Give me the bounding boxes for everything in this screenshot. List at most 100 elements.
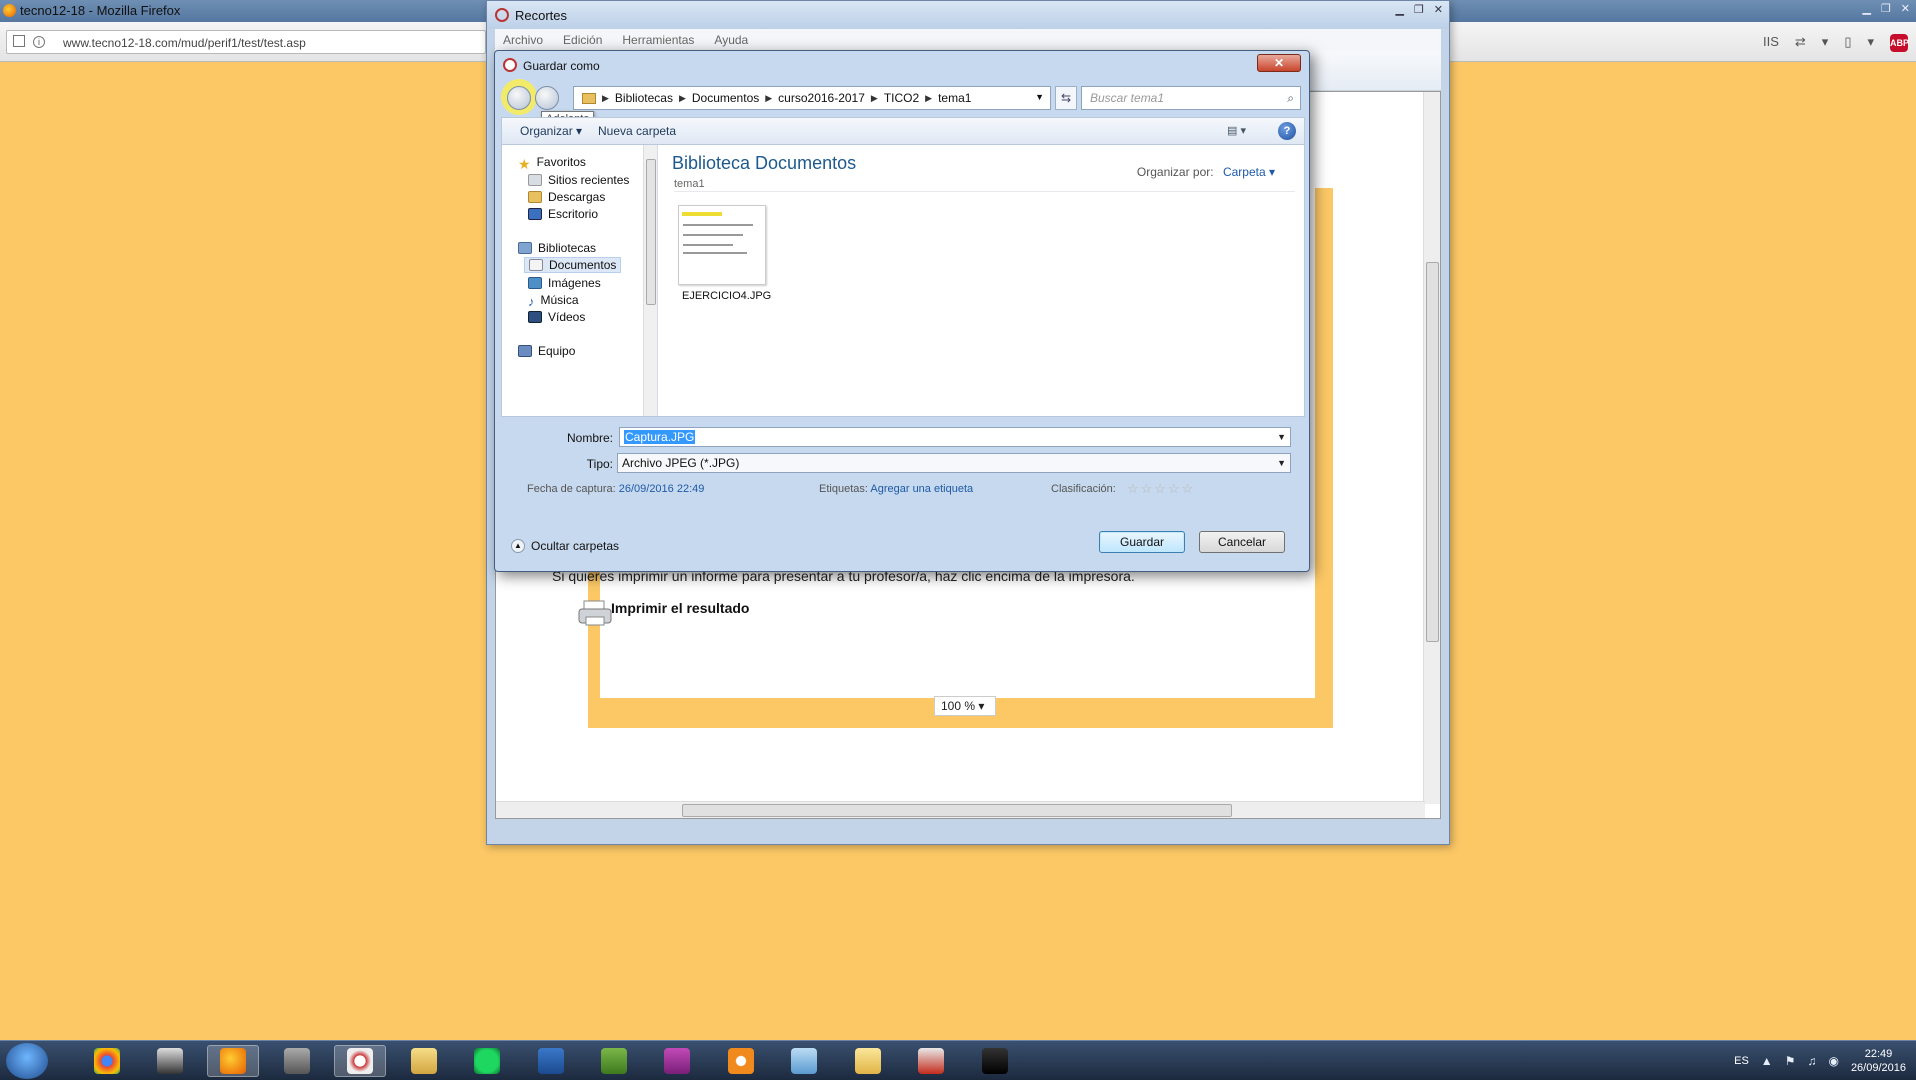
- adblock-icon[interactable]: ABP: [1890, 34, 1909, 52]
- language-indicator[interactable]: ES: [1734, 1055, 1749, 1067]
- breadcrumb[interactable]: ▶ Bibliotecas ▶ Documentos ▶ curso2016-2…: [573, 86, 1051, 110]
- maximize-icon[interactable]: ❐: [1881, 2, 1891, 15]
- taskbar-firefox-button[interactable]: [207, 1045, 260, 1077]
- filetype-select[interactable]: Archivo JPEG (*.JPG) ▼: [617, 453, 1291, 473]
- breadcrumb-item[interactable]: TICO2: [884, 91, 919, 105]
- horizontal-scrollbar[interactable]: [496, 801, 1425, 818]
- recortes-menubar: Archivo Edición Herramientas Ayuda: [495, 29, 1441, 51]
- nav-computer[interactable]: Equipo: [518, 344, 575, 358]
- taskbar-snipping-tool-button[interactable]: [334, 1045, 387, 1077]
- chevron-down-icon[interactable]: ▼: [1277, 432, 1286, 442]
- nav-images[interactable]: Imágenes: [528, 276, 601, 290]
- capture-date-value[interactable]: 26/09/2016 22:49: [619, 483, 705, 495]
- terminal-icon: [981, 1048, 1008, 1074]
- breadcrumb-item[interactable]: Bibliotecas: [615, 91, 673, 105]
- nav-documents[interactable]: Documentos: [524, 257, 622, 273]
- taskbar-file-explorer-button[interactable]: [398, 1045, 450, 1077]
- nav-libraries[interactable]: Bibliotecas: [518, 241, 596, 255]
- menu-edicion[interactable]: Edición: [563, 33, 602, 47]
- scrollbar-thumb[interactable]: [682, 804, 1232, 817]
- nav-favorites[interactable]: ★ Favoritos: [518, 155, 586, 172]
- filename-input[interactable]: Captura.JPG ▼: [619, 427, 1291, 447]
- breadcrumb-item[interactable]: tema1: [938, 91, 971, 105]
- rating-stars[interactable]: ☆☆☆☆☆: [1127, 481, 1195, 497]
- nav-desktop[interactable]: Escritorio: [528, 207, 598, 221]
- navigation-pane: ★ Favoritos Sitios recientes Descargas E…: [502, 145, 658, 416]
- taskbar-settings-gear-button[interactable]: [715, 1045, 767, 1077]
- url-text[interactable]: www.tecno12-18.com/mud/perif1/test/test.…: [63, 36, 306, 50]
- taskbar-system-tool-button[interactable]: [271, 1045, 323, 1077]
- taskbar-terminal-button[interactable]: [969, 1045, 1021, 1077]
- file-name[interactable]: EJERCICIO4.JPG: [682, 290, 771, 302]
- network-icon[interactable]: ◉: [1828, 1054, 1838, 1068]
- page-menu-icon[interactable]: [13, 35, 25, 47]
- taskbar-inkscape-button[interactable]: [144, 1045, 196, 1077]
- show-hidden-icons[interactable]: ▲: [1761, 1054, 1773, 1068]
- taskbar-word-button[interactable]: [525, 1045, 577, 1077]
- menu-herramientas[interactable]: Herramientas: [622, 33, 694, 47]
- libraries-icon: [518, 242, 532, 254]
- rating-label: Clasificación:: [1051, 483, 1116, 495]
- taskbar-project-button[interactable]: [588, 1045, 640, 1077]
- back-button[interactable]: [507, 86, 531, 110]
- filename-value[interactable]: Captura.JPG: [624, 430, 696, 444]
- close-button[interactable]: ✕: [1257, 54, 1301, 72]
- navpane-scrollbar[interactable]: [643, 145, 657, 416]
- chevron-down-icon[interactable]: ▾: [1867, 34, 1874, 52]
- taskbar-folder-button[interactable]: [842, 1045, 894, 1077]
- view-options-icon[interactable]: ▤ ▾: [1227, 124, 1246, 137]
- chevron-down-icon[interactable]: ▼: [1035, 92, 1044, 102]
- arrange-select[interactable]: Carpeta ▾: [1223, 165, 1275, 179]
- search-input[interactable]: Buscar tema1 ⌕: [1081, 86, 1301, 110]
- save-button[interactable]: Guardar: [1099, 531, 1185, 553]
- cancel-button[interactable]: Cancelar: [1199, 531, 1285, 553]
- minimize-icon[interactable]: ▁: [1395, 3, 1403, 16]
- close-icon[interactable]: ✕: [1901, 2, 1910, 15]
- settings-gear-icon: [727, 1048, 754, 1074]
- scrollbar-thumb[interactable]: [1426, 262, 1439, 642]
- word-icon: [537, 1048, 564, 1074]
- nav-music[interactable]: ♪ Música: [528, 293, 579, 309]
- new-folder-button[interactable]: Nueva carpeta: [598, 124, 676, 138]
- info-icon[interactable]: i: [33, 36, 45, 48]
- maximize-icon[interactable]: ❐: [1414, 3, 1424, 16]
- chevron-down-icon[interactable]: ▼: [1277, 458, 1286, 468]
- action-center-icon[interactable]: ⚑: [1785, 1054, 1796, 1068]
- hide-folders-toggle[interactable]: ▲ Ocultar carpetas: [511, 539, 619, 553]
- images-icon: [528, 277, 542, 289]
- documents-icon: [529, 259, 543, 271]
- add-tag-link[interactable]: Agregar una etiqueta: [870, 483, 973, 495]
- forward-button[interactable]: [535, 86, 559, 110]
- menu-archivo[interactable]: Archivo: [503, 33, 543, 47]
- file-thumbnail[interactable]: [678, 205, 766, 285]
- taskbar-chrome-button[interactable]: [81, 1045, 133, 1077]
- breadcrumb-item[interactable]: Documentos: [692, 91, 759, 105]
- start-button[interactable]: [6, 1043, 48, 1079]
- print-result-link: Imprimir el resultado: [611, 600, 750, 616]
- nav-videos[interactable]: Vídeos: [528, 310, 585, 324]
- zoom-select: 100 % ▾: [934, 696, 996, 716]
- taskbar-spotify-button[interactable]: [461, 1045, 513, 1077]
- breadcrumb-item[interactable]: curso2016-2017: [778, 91, 865, 105]
- search-icon[interactable]: ⌕: [1287, 91, 1294, 106]
- close-icon[interactable]: ✕: [1434, 3, 1443, 16]
- nav-recent-sites[interactable]: Sitios recientes: [528, 173, 629, 187]
- taskbar-acrobat-button[interactable]: [905, 1045, 957, 1077]
- volume-icon[interactable]: ♫: [1807, 1054, 1816, 1068]
- chevron-down-icon[interactable]: ▾: [1822, 34, 1829, 52]
- nav-downloads[interactable]: Descargas: [528, 190, 605, 204]
- taskbar-notepad-button[interactable]: [778, 1045, 830, 1077]
- url-bar[interactable]: i www.tecno12-18.com/mud/perif1/test/tes…: [6, 30, 486, 54]
- vertical-scrollbar[interactable]: [1423, 92, 1440, 804]
- taskbar-onenote-app-button[interactable]: [651, 1045, 703, 1077]
- clipboard-icon[interactable]: ▯: [1844, 34, 1851, 52]
- menu-ayuda[interactable]: Ayuda: [714, 33, 748, 47]
- iis-icon[interactable]: IIS: [1763, 34, 1779, 52]
- clock[interactable]: 22:49 26/09/2016: [1851, 1047, 1906, 1075]
- minimize-icon[interactable]: ▁: [1862, 2, 1870, 15]
- organize-button[interactable]: Organizar ▾: [520, 124, 582, 138]
- scrollbar-thumb[interactable]: [646, 159, 656, 305]
- refresh-button[interactable]: ⇆: [1055, 86, 1077, 110]
- help-icon[interactable]: ?: [1278, 122, 1296, 140]
- sync-icon[interactable]: ⇄: [1795, 34, 1806, 52]
